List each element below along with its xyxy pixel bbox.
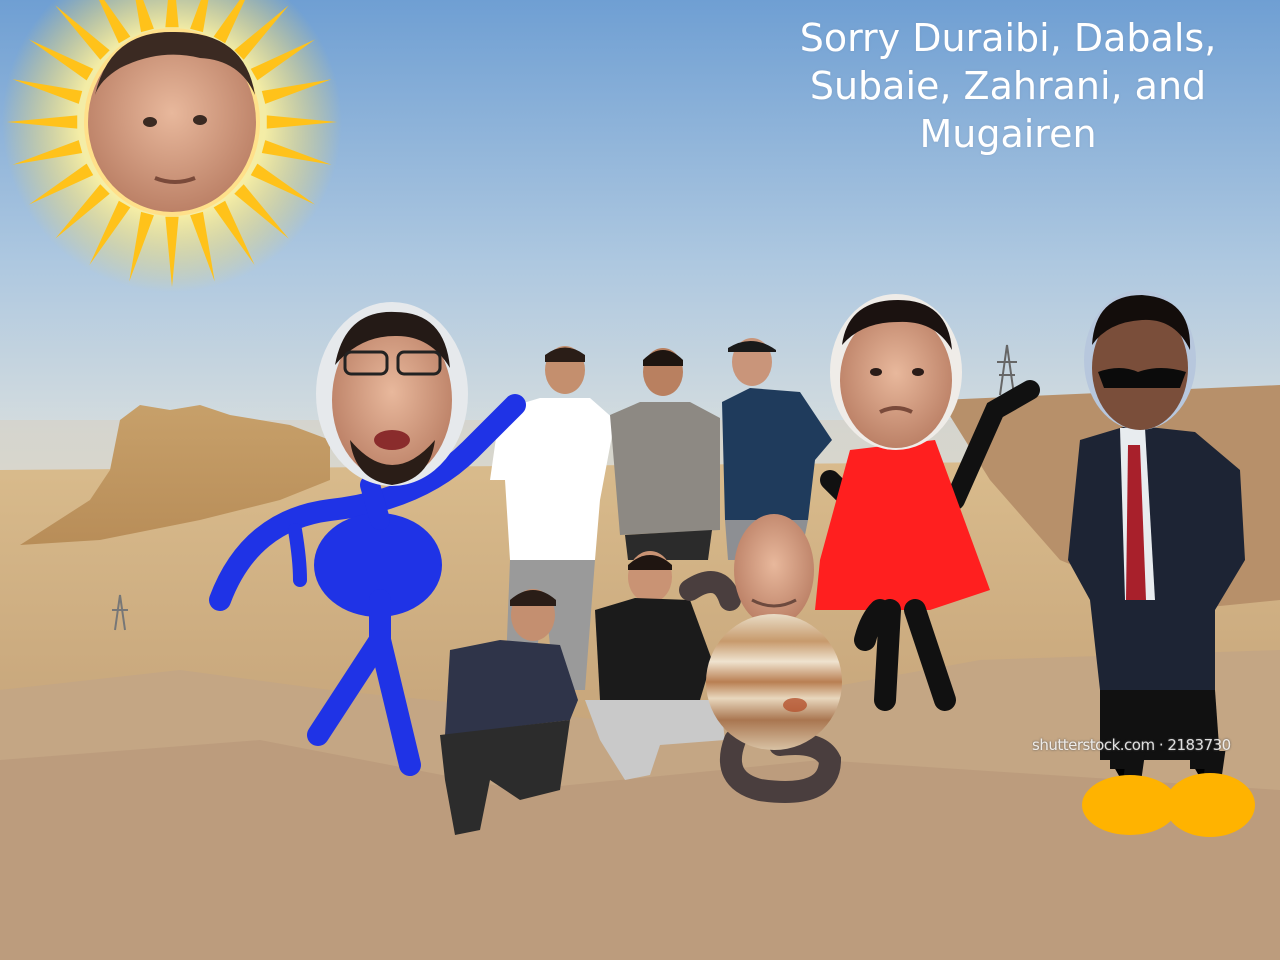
jupiter-face-photo <box>734 514 814 626</box>
grey-shirt-person <box>610 402 720 535</box>
left-yellow-shoe <box>1082 775 1178 835</box>
crouching-person-right <box>595 598 712 700</box>
sunglasses-icon <box>1098 368 1186 388</box>
stock-watermark: shutterstock.com · 2183730 <box>1032 736 1231 754</box>
crouching-person-left <box>445 640 578 735</box>
jupiter-icon <box>706 614 842 750</box>
right-yellow-shoe <box>1165 773 1255 837</box>
meme-caption: Sorry Duraibi, Dabals, Subaie, Zahrani, … <box>799 16 1217 156</box>
meme-scene: Sorry Duraibi, Dabals, Subaie, Zahrani, … <box>0 0 1280 960</box>
